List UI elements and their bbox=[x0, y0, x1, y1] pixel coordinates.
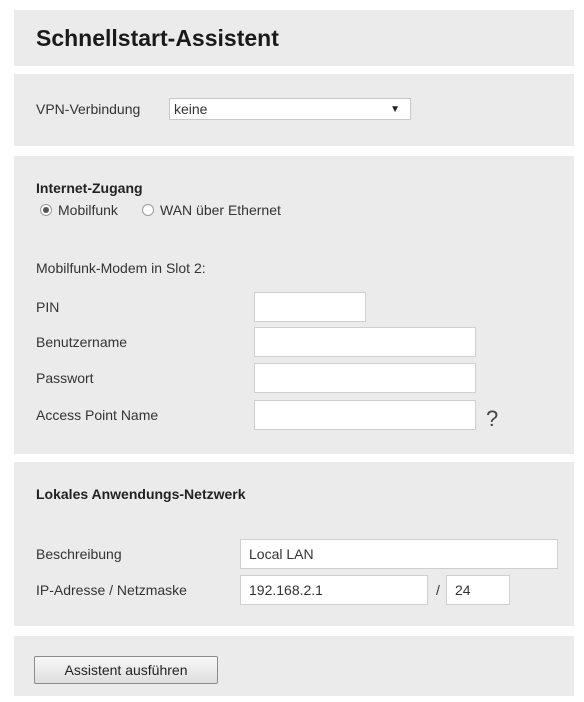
internet-panel: Internet-Zugang Mobilfunk WAN über Ether… bbox=[14, 156, 574, 454]
internet-heading: Internet-Zugang bbox=[36, 180, 143, 196]
ip-label: IP-Adresse / Netzmaske bbox=[36, 582, 187, 598]
button-panel: Assistent ausführen bbox=[14, 636, 574, 696]
username-label: Benutzername bbox=[36, 334, 128, 350]
pin-input[interactable] bbox=[254, 292, 366, 322]
radio-mobilfunk-label: Mobilfunk bbox=[58, 202, 118, 218]
username-input[interactable] bbox=[254, 327, 476, 357]
title-panel: Schnellstart-Assistent bbox=[14, 10, 574, 66]
radio-mobilfunk[interactable] bbox=[40, 204, 52, 216]
lan-panel: Lokales Anwendungs-Netzwerk Beschreibung… bbox=[14, 462, 574, 626]
ip-address-input[interactable] bbox=[240, 575, 428, 605]
pin-label: PIN bbox=[36, 299, 60, 315]
netmask-input[interactable] bbox=[446, 575, 510, 605]
vpn-panel: VPN-Verbindung keine ▼ bbox=[14, 74, 574, 146]
apn-input[interactable] bbox=[254, 400, 476, 430]
lan-heading: Lokales Anwendungs-Netzwerk bbox=[36, 486, 246, 502]
apn-label: Access Point Name bbox=[36, 407, 159, 423]
description-label: Beschreibung bbox=[36, 546, 122, 562]
dropdown-arrow-icon: ▼ bbox=[390, 104, 400, 115]
vpn-label: VPN-Verbindung bbox=[36, 101, 141, 117]
password-input[interactable] bbox=[254, 363, 476, 393]
help-icon[interactable]: ? bbox=[486, 406, 498, 432]
page-title: Schnellstart-Assistent bbox=[36, 25, 279, 51]
radio-wan-ethernet-label: WAN über Ethernet bbox=[160, 202, 281, 218]
vpn-select[interactable]: keine ▼ bbox=[169, 98, 411, 120]
vpn-selected-value: keine bbox=[174, 101, 208, 117]
run-wizard-button[interactable]: Assistent ausführen bbox=[34, 656, 218, 684]
password-label: Passwort bbox=[36, 370, 94, 386]
ip-mask-separator: / bbox=[436, 582, 440, 598]
description-input[interactable] bbox=[240, 539, 558, 569]
radio-wan-ethernet[interactable] bbox=[142, 204, 154, 216]
modem-slot-label: Mobilfunk-Modem in Slot 2: bbox=[36, 260, 206, 276]
